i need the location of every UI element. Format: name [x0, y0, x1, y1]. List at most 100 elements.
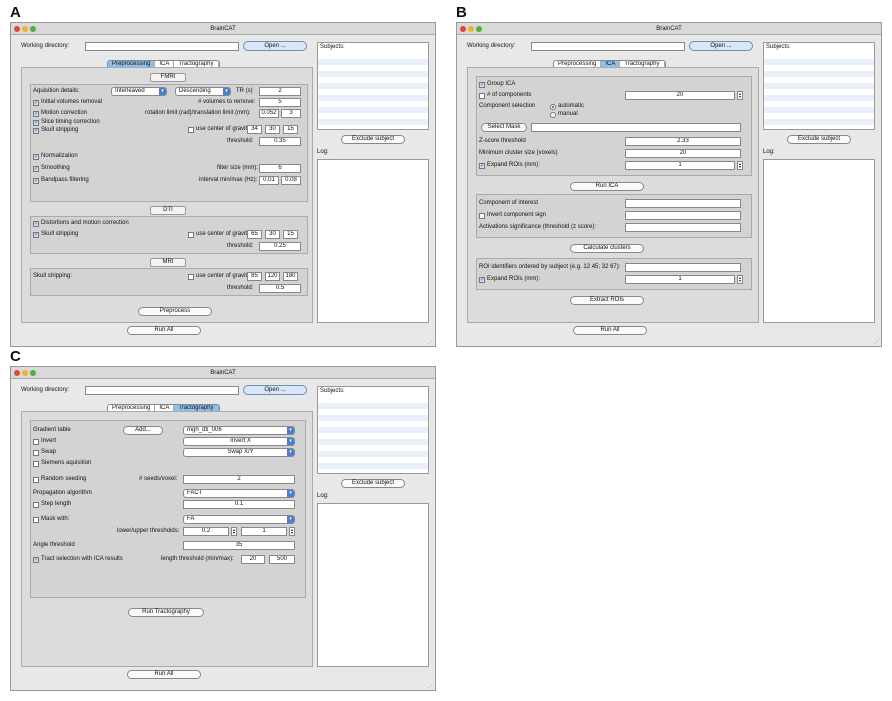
dti-cog-checkbox[interactable]	[188, 232, 194, 238]
lower-threshold-input[interactable]: 0.2	[183, 527, 229, 536]
step-length-input[interactable]: 0.1	[183, 500, 295, 509]
minimize-icon[interactable]	[22, 26, 28, 32]
group-ica-checkbox[interactable]: ✓	[479, 82, 485, 88]
expand-rois-2-stepper[interactable]: ▴ ▾	[737, 275, 743, 284]
num-volumes-input[interactable]: 5	[259, 98, 301, 107]
translation-limit-input[interactable]: 3	[281, 109, 301, 118]
mri-cog-x-input[interactable]: 85	[247, 272, 262, 281]
swap-checkbox[interactable]	[33, 450, 39, 456]
zoom-icon[interactable]	[476, 26, 482, 32]
tract-selection-checkbox[interactable]: ✓	[33, 557, 39, 563]
zoom-icon[interactable]	[30, 370, 36, 376]
working-directory-input[interactable]	[85, 42, 239, 51]
lower-threshold-stepper[interactable]: ▴ ▾	[231, 527, 237, 536]
bandpass-min-input[interactable]: 0.01	[259, 176, 279, 185]
subjects-list[interactable]: Subjects:	[317, 42, 429, 130]
expand-rois-2-checkbox[interactable]: ✓	[479, 277, 485, 283]
automatic-radio[interactable]	[550, 104, 556, 110]
invert-sign-input[interactable]	[625, 211, 741, 220]
zoom-icon[interactable]	[30, 26, 36, 32]
manual-radio[interactable]	[550, 112, 556, 118]
dti-cog-x-input[interactable]: 65	[247, 230, 262, 239]
step-length-checkbox[interactable]	[33, 502, 39, 508]
mri-cog-y-input[interactable]: 120	[265, 272, 280, 281]
mri-threshold-input[interactable]: 0.5	[259, 284, 301, 293]
run-all-button[interactable]: Run All	[127, 326, 201, 335]
invert-checkbox[interactable]	[33, 439, 39, 445]
run-ica-button[interactable]: Run ICA	[570, 182, 644, 191]
mask-path-input[interactable]	[531, 123, 741, 132]
close-icon[interactable]	[460, 26, 466, 32]
threshold-input[interactable]: 0.35	[259, 137, 301, 146]
gradient-table-select[interactable]: mgh_dti_006 ▾	[183, 426, 295, 435]
log-area[interactable]	[317, 503, 429, 667]
cog-y-input[interactable]: 30	[265, 125, 280, 134]
dti-threshold-input[interactable]: 0.25	[259, 242, 301, 251]
expand-rois-stepper[interactable]: ▴ ▾	[737, 161, 743, 170]
rotation-limit-input[interactable]: 0.052	[259, 109, 279, 118]
open-button[interactable]: Open ...	[689, 41, 753, 51]
subjects-list[interactable]: Subjects:	[317, 386, 429, 474]
preprocess-button[interactable]: Preprocess	[138, 307, 212, 316]
subjects-list[interactable]: Subjects:	[763, 42, 875, 130]
exclude-subject-button[interactable]: Exclude subject	[341, 135, 405, 144]
upper-threshold-input[interactable]: 1	[241, 527, 287, 536]
bandpass-checkbox[interactable]: ✓	[33, 178, 39, 184]
minimize-icon[interactable]	[22, 370, 28, 376]
run-all-button[interactable]: Run All	[127, 670, 201, 679]
open-button[interactable]: Open ...	[243, 385, 307, 395]
mri-cog-checkbox[interactable]	[188, 274, 194, 280]
center-of-gravity-checkbox[interactable]	[188, 127, 194, 133]
mri-cog-z-input[interactable]: 180	[283, 272, 298, 281]
dti-cog-z-input[interactable]: 15	[283, 230, 298, 239]
min-cluster-input[interactable]: 20	[625, 149, 741, 158]
seeds-input[interactable]: 2	[183, 475, 295, 484]
mask-select[interactable]: FA ▾	[183, 515, 295, 524]
exclude-subject-button[interactable]: Exclude subject	[341, 479, 405, 488]
cog-z-input[interactable]: 15	[283, 125, 298, 134]
slice-timing-checkbox[interactable]: ✓	[33, 120, 39, 126]
working-directory-input[interactable]	[531, 42, 685, 51]
close-icon[interactable]	[14, 26, 20, 32]
roi-identifiers-input[interactable]	[625, 263, 741, 272]
siemens-checkbox[interactable]	[33, 461, 39, 467]
initial-volumes-checkbox[interactable]: ✓	[33, 100, 39, 106]
close-icon[interactable]	[14, 370, 20, 376]
expand-rois-input[interactable]: 1	[625, 161, 735, 170]
log-area[interactable]	[317, 159, 429, 323]
component-interest-input[interactable]	[625, 199, 741, 208]
zscore-input[interactable]: 2.33	[625, 137, 741, 146]
distortions-checkbox[interactable]: ✓	[33, 221, 39, 227]
log-area[interactable]	[763, 159, 875, 323]
run-all-button[interactable]: Run All	[573, 326, 647, 335]
dti-cog-y-input[interactable]: 30	[265, 230, 280, 239]
motion-correction-checkbox[interactable]: ✓	[33, 111, 39, 117]
skull-stripping-checkbox[interactable]: ✓	[33, 128, 39, 134]
angle-threshold-input[interactable]: 35	[183, 541, 295, 550]
num-components-checkbox[interactable]	[479, 93, 485, 99]
expand-rois-2-input[interactable]: 1	[625, 275, 735, 284]
activations-input[interactable]	[625, 223, 741, 232]
resize-grip-icon[interactable]: ⋰	[428, 339, 434, 345]
bandpass-max-input[interactable]: 0.08	[281, 176, 301, 185]
num-components-stepper[interactable]: ▴ ▾	[737, 91, 743, 100]
filter-size-input[interactable]: 6	[259, 164, 301, 173]
select-mask-button[interactable]: Select Mask	[481, 123, 527, 132]
run-tractography-button[interactable]: Run Tractography	[128, 608, 204, 617]
resize-grip-icon[interactable]: ⋰	[428, 683, 434, 689]
minimize-icon[interactable]	[468, 26, 474, 32]
extract-rois-button[interactable]: Extract ROIs	[570, 296, 644, 305]
dti-skull-checkbox[interactable]: ✓	[33, 232, 39, 238]
tr-input[interactable]: 2	[259, 87, 301, 96]
random-seeding-checkbox[interactable]	[33, 477, 39, 483]
working-directory-input[interactable]	[85, 386, 239, 395]
resize-grip-icon[interactable]: ⋰	[874, 339, 880, 345]
cog-x-input[interactable]: 34	[247, 125, 262, 134]
expand-rois-checkbox[interactable]: ✓	[479, 163, 485, 169]
propagation-select[interactable]: FACT ▾	[183, 489, 295, 498]
calculate-clusters-button[interactable]: Calculate clusters	[570, 244, 644, 253]
swap-select[interactable]: Swap X/Y ▾	[183, 448, 295, 457]
upper-threshold-stepper[interactable]: ▴ ▾	[289, 527, 295, 536]
add-gradient-button[interactable]: Add...	[123, 426, 163, 435]
length-min-input[interactable]: 20	[241, 555, 265, 564]
